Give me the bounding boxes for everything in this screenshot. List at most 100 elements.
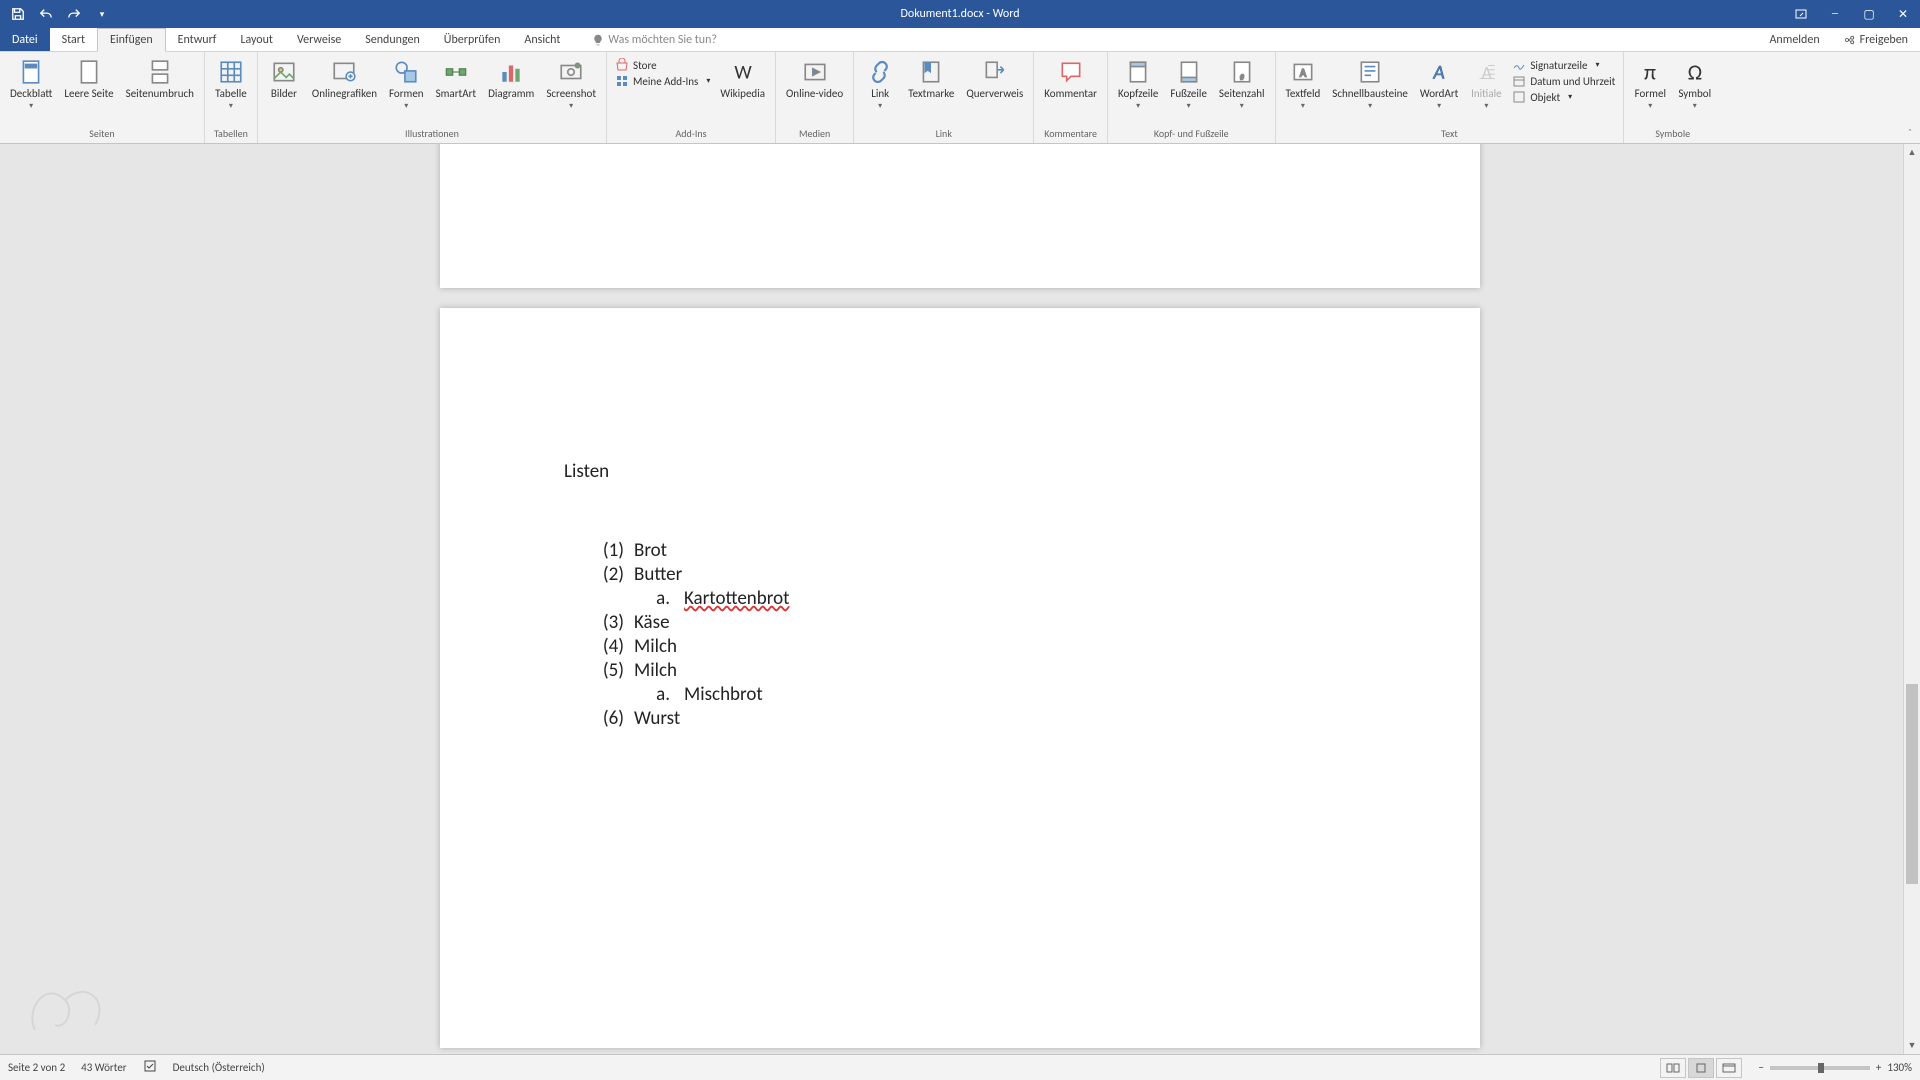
scroll-up[interactable]: ▲ [1904, 144, 1920, 161]
tab-ueberpruefen[interactable]: Überprüfen [432, 28, 513, 51]
tab-einfuegen[interactable]: Einfügen [97, 28, 166, 52]
kopfzeile-button[interactable]: Kopfzeile▾ [1112, 56, 1164, 113]
initiale-button[interactable]: AInitiale▾ [1464, 56, 1508, 113]
onlinegrafiken-button[interactable]: Onlinegrafiken [306, 56, 383, 102]
tab-layout[interactable]: Layout [228, 28, 285, 51]
tab-verweise[interactable]: Verweise [285, 28, 353, 51]
bilder-button[interactable]: Bilder [262, 56, 306, 102]
kommentar-button[interactable]: Kommentar [1038, 56, 1103, 102]
leere-seite-button[interactable]: Leere Seite [58, 56, 119, 102]
svg-text:#: # [1240, 74, 1244, 83]
smartart-button[interactable]: SmartArt [430, 56, 483, 102]
doc-heading: Listen [564, 460, 1356, 483]
ribbon-display-options[interactable] [1784, 0, 1818, 28]
tell-me-placeholder: Was möchten Sie tun? [608, 33, 717, 47]
link-button[interactable]: Link▾ [858, 56, 902, 113]
group-tabellen: Tabelle▾ Tabellen [205, 52, 258, 143]
undo-button[interactable] [34, 2, 58, 26]
deckblatt-button[interactable]: Deckblatt▾ [4, 56, 58, 113]
account-signin[interactable]: Anmelden [1757, 28, 1831, 51]
watermark-logo [10, 970, 120, 1050]
list-item: (6)Wurst [594, 707, 1356, 731]
status-language[interactable]: Deutsch (Österreich) [173, 1061, 265, 1074]
status-bar: Seite 2 von 2 43 Wörter Deutsch (Österre… [0, 1054, 1920, 1080]
view-buttons [1660, 1058, 1742, 1078]
view-read[interactable] [1660, 1058, 1686, 1078]
group-addins: Store Meine Add-Ins▾ WWikipedia Add-Ins [607, 52, 776, 143]
zoom-level[interactable]: 130% [1887, 1061, 1912, 1074]
list-subitem: a.Mischbrot [656, 683, 1356, 707]
share-icon [1844, 34, 1856, 46]
zoom-in[interactable]: + [1876, 1061, 1881, 1074]
status-spellcheck-icon[interactable] [143, 1059, 157, 1076]
wikipedia-button[interactable]: WWikipedia [714, 56, 771, 102]
objekt-button[interactable]: Objekt▾ [1512, 90, 1615, 104]
group-medien: Online-video Medien [776, 52, 854, 143]
tab-entwurf[interactable]: Entwurf [166, 28, 229, 51]
document-area[interactable]: Listen (1)Brot(2)Buttera.Kartottenbrot(3… [0, 144, 1920, 1054]
signaturzeile-button[interactable]: Signaturzeile▾ [1512, 58, 1615, 72]
svg-text:A: A [1432, 61, 1444, 85]
schnellbausteine-button[interactable]: Schnellbausteine▾ [1326, 56, 1414, 113]
seitenzahl-button[interactable]: #Seitenzahl▾ [1213, 56, 1271, 113]
maximize-button[interactable]: ▢ [1852, 0, 1886, 28]
window-title: Dokument1.docx - Word [900, 7, 1019, 21]
formen-button[interactable]: Formen▾ [383, 56, 430, 113]
lightbulb-icon [592, 34, 604, 46]
group-text: ATextfeld▾ Schnellbausteine▾ AWordArt▾ A… [1276, 52, 1625, 143]
formel-button[interactable]: πFormel▾ [1628, 56, 1672, 113]
tab-datei[interactable]: Datei [0, 28, 50, 51]
titlebar: ▾ Dokument1.docx - Word ─ ▢ ✕ [0, 0, 1920, 28]
collapse-ribbon[interactable]: ˆ [1900, 52, 1920, 143]
textfeld-button[interactable]: ATextfeld▾ [1280, 56, 1327, 113]
doc-list: (1)Brot(2)Buttera.Kartottenbrot(3)Käse(4… [594, 539, 1356, 731]
qat-customize[interactable]: ▾ [90, 2, 114, 26]
svg-text:A: A [1300, 66, 1307, 79]
save-button[interactable] [6, 2, 30, 26]
group-seiten: Deckblatt▾ Leere Seite Seitenumbruch Sei… [0, 52, 205, 143]
onlinevideo-button[interactable]: Online-video [780, 56, 849, 102]
wordart-button[interactable]: AWordArt▾ [1414, 56, 1464, 113]
zoom-slider[interactable] [1770, 1066, 1870, 1070]
scroll-down[interactable]: ▼ [1904, 1037, 1920, 1054]
textmarke-button[interactable]: Textmarke [902, 56, 960, 102]
querverweis-button[interactable]: Querverweis [960, 56, 1029, 102]
view-print[interactable] [1688, 1058, 1714, 1078]
vertical-scrollbar[interactable]: ▲ ▼ [1903, 144, 1920, 1054]
tabelle-button[interactable]: Tabelle▾ [209, 56, 253, 113]
redo-button[interactable] [62, 2, 86, 26]
quick-access-toolbar: ▾ [0, 2, 114, 26]
tab-ansicht[interactable]: Ansicht [512, 28, 572, 51]
list-item: (5)Milch [594, 659, 1356, 683]
scroll-thumb[interactable] [1906, 684, 1918, 884]
store-button[interactable]: Store [615, 58, 710, 72]
status-page[interactable]: Seite 2 von 2 [8, 1061, 65, 1074]
close-button[interactable]: ✕ [1886, 0, 1920, 28]
list-item: (1)Brot [594, 539, 1356, 563]
zoom-control: − + 130% [1758, 1061, 1912, 1074]
diagramm-button[interactable]: Diagramm [482, 56, 540, 102]
meine-addins-button[interactable]: Meine Add-Ins▾ [615, 74, 710, 88]
group-symbole: πFormel▾ ΩSymbol▾ Symbole [1624, 52, 1721, 143]
tell-me[interactable]: Was möchten Sie tun? [592, 28, 717, 51]
minimize-button[interactable]: ─ [1818, 0, 1852, 28]
screenshot-button[interactable]: Screenshot▾ [540, 56, 602, 113]
svg-text:A: A [1482, 62, 1492, 84]
group-link: Link▾ Textmarke Querverweis Link [854, 52, 1034, 143]
group-illustrationen: Bilder Onlinegrafiken Formen▾ SmartArt D… [258, 52, 607, 143]
symbol-button[interactable]: ΩSymbol▾ [1672, 56, 1717, 113]
list-item: (4)Milch [594, 635, 1356, 659]
zoom-out[interactable]: − [1758, 1061, 1763, 1074]
view-web[interactable] [1716, 1058, 1742, 1078]
tab-sendungen[interactable]: Sendungen [353, 28, 432, 51]
share-button[interactable]: Freigeben [1832, 28, 1920, 51]
seitenumbruch-button[interactable]: Seitenumbruch [120, 56, 200, 102]
tab-start[interactable]: Start [50, 28, 97, 51]
svg-text:W: W [734, 61, 752, 85]
fusszeile-button[interactable]: Fußzeile▾ [1164, 56, 1213, 113]
list-subitem: a.Kartottenbrot [656, 587, 1356, 611]
status-words[interactable]: 43 Wörter [81, 1061, 126, 1074]
datum-uhrzeit-button[interactable]: Datum und Uhrzeit [1512, 74, 1615, 88]
page-2[interactable]: Listen (1)Brot(2)Buttera.Kartottenbrot(3… [440, 308, 1480, 1048]
page-1[interactable] [440, 144, 1480, 288]
